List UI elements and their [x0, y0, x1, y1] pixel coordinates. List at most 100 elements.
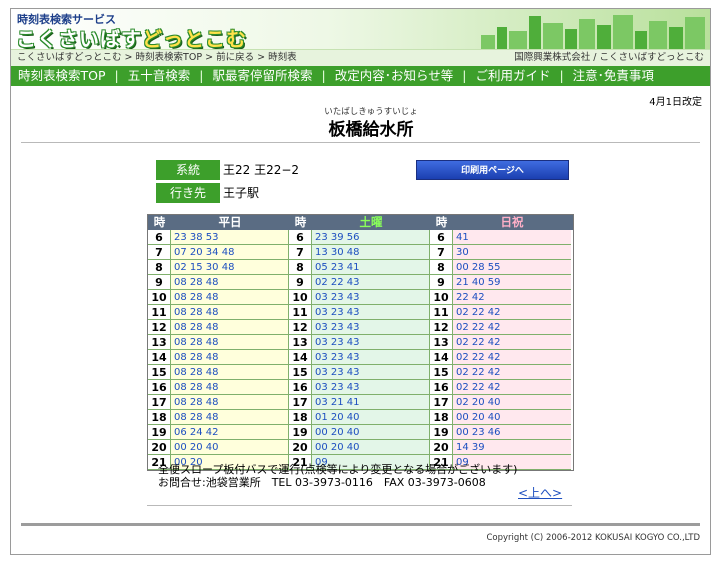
menu-sep: |	[199, 68, 204, 83]
timetable-cell-holiday: 16 02 22 42	[430, 380, 571, 395]
hour-cell: 19	[289, 425, 312, 440]
hour-cell: 12	[430, 320, 453, 335]
table-row: 6 23 38 53 6 23 39 56 6 41	[148, 230, 573, 245]
breadcrumb-sep: >	[124, 52, 133, 63]
breadcrumb-bar: こくさいばすどっとこむ > 時刻表検索TOP > 前に戻る > 時刻表 国際興業…	[11, 49, 710, 66]
table-row: 7 07 20 34 48 7 13 30 48 7 30	[148, 245, 573, 260]
hour-cell: 11	[289, 305, 312, 320]
timetable-cell-saturday: 6 23 39 56	[289, 230, 430, 245]
hour-cell: 20	[148, 440, 171, 455]
table-row: 8 02 15 30 48 8 05 23 41 8 00 28 55	[148, 260, 573, 275]
timetable-cell-holiday: 19 00 23 46	[430, 425, 571, 440]
site-logo[interactable]: こくさいばすどっとこむ	[16, 23, 247, 49]
timetable-cell-weekday: 16 08 28 48	[148, 380, 289, 395]
route-value: 王22 王22−2	[223, 163, 300, 177]
hour-cell: 18	[430, 410, 453, 425]
hour-cell: 10	[148, 290, 171, 305]
table-row: 9 08 28 48 9 02 22 43 9 21 40 59	[148, 275, 573, 290]
departure-minutes: 02 22 43	[312, 275, 429, 290]
revised-date: 4月1日改定	[649, 97, 702, 108]
departure-minutes: 02 20 40	[453, 395, 571, 410]
divider	[21, 142, 700, 143]
hour-cell: 7	[289, 245, 312, 260]
breadcrumb-link-search-top[interactable]: 時刻表検索TOP	[136, 52, 203, 63]
breadcrumb-sep: >	[257, 52, 266, 63]
back-to-top-link[interactable]: <上へ>	[518, 484, 562, 501]
departure-minutes: 08 28 48	[171, 350, 288, 365]
company-link[interactable]: 国際興業株式会社	[514, 52, 590, 63]
departure-minutes: 30	[453, 245, 571, 260]
header-saturday: 土曜	[359, 215, 383, 229]
timetable-cell-saturday: 17 03 21 41	[289, 395, 430, 410]
departure-minutes: 03 23 43	[312, 350, 429, 365]
timetable-body: 6 23 38 53 6 23 39 56 6 41 7 07 20 34 48 7 13 30 …	[148, 230, 573, 470]
hour-cell: 8	[289, 260, 312, 275]
menu-item-kana-search[interactable]: 五十音検索	[128, 66, 191, 86]
contact-info: お問合せ:池袋営業所 TEL 03-3973-0116 FAX 03-3973-…	[158, 476, 486, 489]
hour-cell: 6	[289, 230, 312, 245]
hour-cell: 8	[148, 260, 171, 275]
table-row: 14 08 28 48 14 03 23 43 14 02 22 42	[148, 350, 573, 365]
hour-cell: 10	[430, 290, 453, 305]
departure-minutes: 00 20 40	[312, 425, 429, 440]
site-banner: 時刻表検索サービス こくさいばすどっとこむ	[11, 9, 710, 49]
hour-cell: 9	[148, 275, 171, 290]
menu-item-search-top[interactable]: 時刻表検索TOP	[11, 66, 106, 86]
timetable: 時 平日 時 土曜 時 日祝 6 23 38 53 6 23 39 56 6 41 7 07 …	[147, 214, 574, 471]
breadcrumb-link-home[interactable]: こくさいばすどっとこむ	[17, 52, 122, 63]
header-holiday: 日祝	[500, 215, 524, 229]
timetable-cell-weekday: 9 08 28 48	[148, 275, 289, 290]
departure-minutes: 03 23 43	[312, 290, 429, 305]
timetable-header: 時 平日 時 土曜 時 日祝	[148, 215, 573, 230]
departure-minutes: 08 28 48	[171, 395, 288, 410]
departure-minutes: 02 22 42	[453, 335, 571, 350]
menu-item-station-search[interactable]: 駅最寄停留所検索	[212, 66, 312, 86]
page-title: 板橋給水所	[328, 120, 414, 140]
timetable-cell-saturday: 20 00 20 40	[289, 440, 430, 455]
main-menu: 時刻表検索TOP | 五十音検索 | 駅最寄停留所検索 | 改定内容･お知らせ等 | ご利用ガイ…	[11, 66, 710, 86]
menu-sep: |	[559, 68, 564, 83]
timetable-cell-saturday: 16 03 23 43	[289, 380, 430, 395]
table-row: 13 08 28 48 13 03 23 43 13 02 22 42	[148, 335, 573, 350]
departure-minutes: 21 40 59	[453, 275, 571, 290]
timetable-cell-holiday: 20 14 39	[430, 440, 571, 455]
departure-minutes: 08 28 48	[171, 380, 288, 395]
hour-cell: 16	[289, 380, 312, 395]
menu-item-disclaimer[interactable]: 注意･免責事項	[573, 66, 654, 86]
site-home-link[interactable]: こくさいばすどっとこむ	[599, 52, 704, 63]
menu-item-notices[interactable]: 改定内容･お知らせ等	[335, 66, 454, 86]
page-frame: 時刻表検索サービス こくさいばすどっとこむ こくさいばすどっとこむ > 時刻表検…	[10, 8, 711, 555]
timetable-cell-weekday: 17 08 28 48	[148, 395, 289, 410]
hour-cell: 15	[430, 365, 453, 380]
print-page-button[interactable]: 印刷用ページへ	[416, 160, 569, 180]
hour-cell: 10	[289, 290, 312, 305]
departure-minutes: 22 42	[453, 290, 571, 305]
table-row: 15 08 28 48 15 03 23 43 15 02 22 42	[148, 365, 573, 380]
menu-item-guide[interactable]: ご利用ガイド	[475, 66, 550, 86]
hour-cell: 16	[148, 380, 171, 395]
breadcrumb-link-back[interactable]: 前に戻る	[216, 52, 254, 63]
breadcrumb-sep: >	[205, 52, 214, 63]
hour-cell: 20	[289, 440, 312, 455]
timetable-cell-weekday: 11 08 28 48	[148, 305, 289, 320]
hour-cell: 14	[430, 350, 453, 365]
timetable-cell-holiday: 18 00 20 40	[430, 410, 571, 425]
hour-cell: 12	[289, 320, 312, 335]
timetable-cell-saturday: 11 03 23 43	[289, 305, 430, 320]
hour-cell: 6	[430, 230, 453, 245]
departure-minutes: 02 15 30 48	[171, 260, 288, 275]
table-row: 19 06 24 42 19 00 20 40 19 00 23 46	[148, 425, 573, 440]
timetable-cell-saturday: 9 02 22 43	[289, 275, 430, 290]
timetable-cell-saturday: 12 03 23 43	[289, 320, 430, 335]
destination-label: 行き先	[156, 183, 220, 203]
timetable-cell-saturday: 10 03 23 43	[289, 290, 430, 305]
departure-minutes: 23 39 56	[312, 230, 429, 245]
hour-cell: 13	[148, 335, 171, 350]
departure-minutes: 13 30 48	[312, 245, 429, 260]
departure-minutes: 05 23 41	[312, 260, 429, 275]
departure-minutes: 00 20 40	[453, 410, 571, 425]
timetable-cell-saturday: 19 00 20 40	[289, 425, 430, 440]
timetable-cell-weekday: 19 06 24 42	[148, 425, 289, 440]
departure-minutes: 14 39	[453, 440, 571, 455]
divider	[147, 505, 572, 506]
